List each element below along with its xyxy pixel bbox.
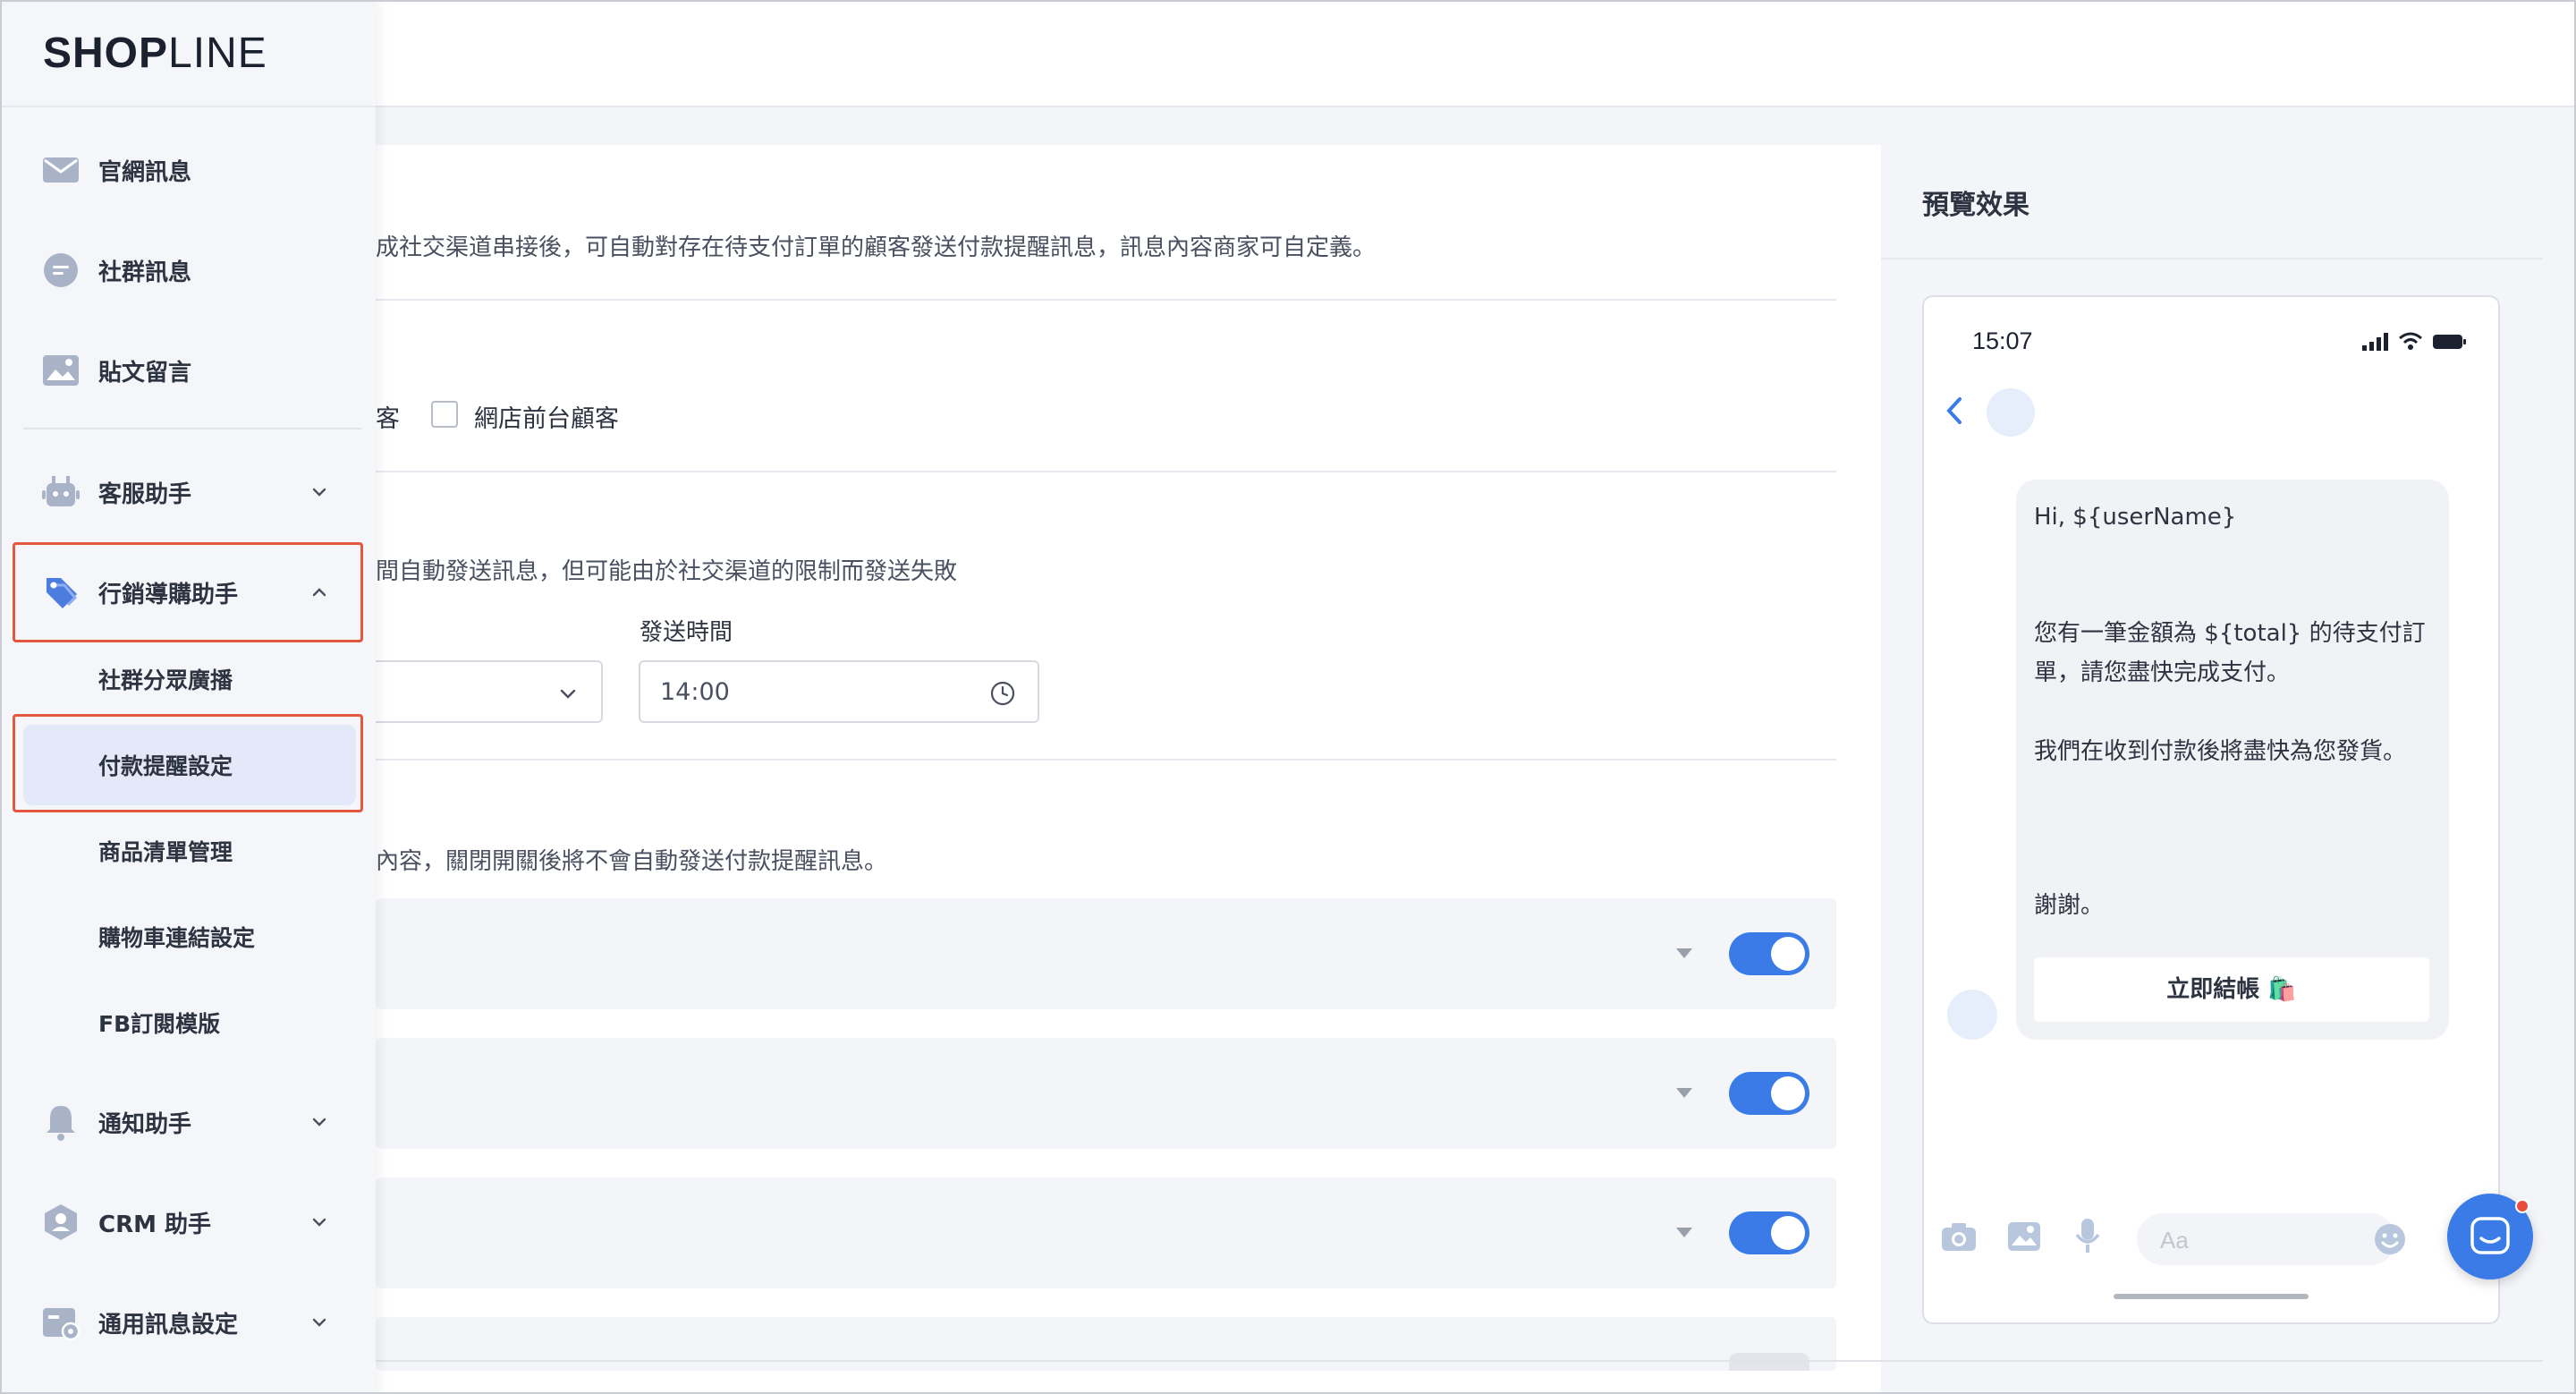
clock-icon [990, 681, 1015, 706]
reminder-row[interactable] [376, 898, 1836, 1009]
chevron-down-icon [312, 1118, 326, 1126]
divider [376, 759, 1836, 761]
chat-bubble-icon [44, 253, 78, 287]
user-badge-icon [45, 1204, 77, 1240]
sidebar-item-service-assistant[interactable]: 客服助手 [23, 447, 361, 537]
wifi-icon [2399, 332, 2422, 350]
sidebar-subitem-cart-link[interactable]: 購物車連結設定 [23, 897, 356, 977]
sidebar-subitem-product-list[interactable]: 商品清單管理 [23, 811, 356, 891]
sender-avatar [1947, 990, 1997, 1040]
toggle-description: 內容，關閉開關後將不會自動發送付款提醒訊息。 [376, 848, 888, 875]
sidebar: SHOPLINE 官網訊息 社群訊息 貼文留言 客服助手 行銷導購助手 社群分眾… [2, 2, 376, 1392]
divider [1881, 258, 2543, 259]
logo-area: SHOPLINE [2, 2, 376, 107]
image-icon[interactable] [2006, 1220, 2042, 1253]
preview-title: 預覽效果 [1922, 190, 2029, 221]
send-time-picker[interactable]: 14:00 [639, 660, 1039, 723]
storefront-customer-label[interactable]: 網店前台顧客 [474, 399, 619, 434]
divider [376, 471, 1836, 472]
signal-icon [2362, 333, 2388, 351]
message-input[interactable]: Aa [2137, 1213, 2396, 1265]
app-window: 成社交渠道串接後，可自動對存在待支付訂單的顧客發送付款提醒訊息，訊息內容商家可自… [0, 0, 2576, 1394]
amount-text: 您有一筆金額為 ${total} 的待支付訂單，請您盡快完成支付。 [2034, 620, 2426, 686]
contact-avatar [1987, 388, 2035, 437]
emoji-icon[interactable] [2373, 1222, 2407, 1256]
reminder-row[interactable] [376, 1317, 1836, 1371]
input-placeholder: Aa [2160, 1227, 2189, 1254]
divider [23, 428, 361, 429]
thanks-text: 謝謝。 [2034, 892, 2105, 919]
support-chat-button[interactable] [2447, 1194, 2533, 1279]
audience-partial-label: 客 [376, 405, 400, 433]
reminder-toggle[interactable] [1729, 1353, 1809, 1371]
sidebar-item-crm-assistant[interactable]: CRM 助手 [23, 1177, 361, 1267]
message-bubble: Hi, ${userName} 您有一筆金額為 ${total} 的待支付訂單，… [2016, 480, 2449, 1040]
robot-icon [42, 476, 80, 506]
reminder-toggle[interactable] [1729, 1072, 1809, 1115]
image-post-icon [43, 355, 79, 386]
microphone-icon[interactable] [2074, 1217, 2101, 1254]
sidebar-subitem-segment-broadcast[interactable]: 社群分眾廣播 [23, 639, 356, 719]
sidebar-item-social-messages[interactable]: 社群訊息 [23, 225, 361, 315]
chevron-down-icon [312, 488, 326, 497]
shopline-logo[interactable]: SHOPLINE [43, 29, 267, 78]
schedule-description: 間自動發送訊息，但可能由於社交渠道的限制而發送失敗 [376, 558, 958, 585]
notification-dot [2515, 1199, 2529, 1213]
shipping-text: 我們在收到付款後將盡快為您發貨。 [2034, 738, 2407, 765]
sidebar-subitem-fb-template[interactable]: FB訂閱模版 [23, 982, 356, 1063]
status-time: 15:07 [1972, 327, 2033, 354]
checkout-now-button[interactable]: 立即結帳 🛍️ [2034, 957, 2429, 1022]
chat-icon [2470, 1217, 2510, 1254]
battery-icon [2433, 335, 2466, 349]
bottom-border [376, 1360, 2543, 1362]
sidebar-item-post-comments[interactable]: 貼文留言 [23, 326, 361, 415]
expand-caret-icon[interactable] [1676, 1088, 1692, 1098]
mail-icon [43, 157, 79, 183]
reminder-row[interactable] [376, 1038, 1836, 1149]
divider [376, 299, 1836, 301]
reminder-toggle[interactable] [1729, 1211, 1809, 1254]
chevron-down-icon [560, 689, 576, 699]
chevron-down-icon [312, 1218, 326, 1227]
reminder-toggle[interactable] [1729, 932, 1809, 975]
storefront-customer-checkbox[interactable] [431, 401, 458, 428]
sidebar-item-web-messages[interactable]: 官網訊息 [23, 125, 361, 215]
send-time-value: 14:00 [660, 678, 730, 706]
expand-caret-icon[interactable] [1676, 948, 1692, 958]
send-time-label: 發送時間 [640, 619, 733, 646]
back-arrow-icon[interactable] [1944, 395, 1965, 426]
reminder-row[interactable] [376, 1177, 1836, 1288]
chevron-down-icon [312, 1318, 326, 1327]
highlight-box-marketing [13, 542, 363, 642]
bell-icon [47, 1106, 75, 1141]
camera-icon[interactable] [1940, 1220, 1978, 1253]
send-day-select[interactable] [360, 660, 603, 723]
home-indicator [2114, 1294, 2309, 1299]
sidebar-item-notification-assistant[interactable]: 通知助手 [23, 1077, 361, 1167]
settings-card-icon [43, 1308, 80, 1341]
highlight-box-payment-reminder [13, 714, 363, 812]
expand-caret-icon[interactable] [1676, 1228, 1692, 1237]
top-header-bar [2, 2, 2574, 107]
sidebar-item-general-settings[interactable]: 通用訊息設定 [23, 1278, 361, 1367]
greeting-text: Hi, ${userName} [2034, 504, 2237, 531]
intro-description: 成社交渠道串接後，可自動對存在待支付訂單的顧客發送付款提醒訊息，訊息內容商家可自… [376, 234, 1377, 261]
